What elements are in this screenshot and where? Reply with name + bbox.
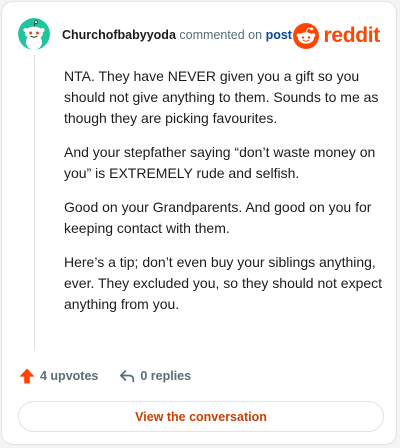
upvote-count: 4 upvotes	[40, 369, 99, 383]
avatar[interactable]	[18, 18, 50, 50]
view-conversation-button[interactable]: View the conversation	[18, 401, 384, 432]
comment-card: Churchofbabyyoda commented on post reddi…	[1, 1, 397, 445]
comment-paragraph: And your stepfather saying “don’t waste …	[64, 144, 376, 181]
reddit-snoo-icon	[293, 23, 320, 49]
arrow-up-icon	[19, 368, 35, 384]
action-text: commented on	[179, 28, 263, 42]
reply-arrow-icon	[120, 370, 135, 383]
post-link[interactable]: post	[266, 28, 292, 42]
comment-paragraph: Good on your Grandparents. And good on y…	[64, 199, 372, 236]
comment-paragraph: NTA. They have NEVER given you a gift so…	[64, 68, 379, 126]
comment-paragraph: Here’s a tip; don’t even buy your siblin…	[64, 254, 383, 312]
comment-body: NTA. They have NEVER given you a gift so…	[64, 66, 384, 328]
comment-actions: 4 upvotes 0 replies	[18, 364, 191, 388]
thread-line	[34, 55, 35, 351]
reddit-wordmark: reddit	[323, 24, 380, 47]
comment-meta: Churchofbabyyoda commented on post	[62, 27, 292, 43]
upvote-button[interactable]: 4 upvotes	[18, 367, 98, 385]
reply-button[interactable]: 0 replies	[118, 367, 191, 385]
view-conversation-label: View the conversation	[135, 409, 267, 424]
snoo-avatar-icon	[18, 18, 50, 50]
reply-count: 0 replies	[140, 369, 192, 383]
comment-header: Churchofbabyyoda commented on post reddi…	[18, 18, 380, 50]
username[interactable]: Churchofbabyyoda	[62, 28, 176, 42]
reddit-logo[interactable]: reddit	[293, 23, 380, 49]
